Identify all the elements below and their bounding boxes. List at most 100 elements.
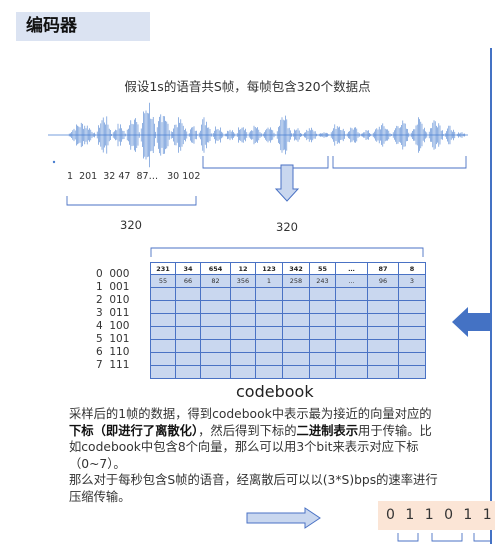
- codebook-cell: [367, 287, 399, 301]
- explanation-bold: 二进制表示: [296, 423, 359, 438]
- codebook-cell: …: [335, 274, 368, 288]
- frame-bracket-3: [332, 156, 467, 169]
- codebook-cell: [175, 287, 201, 301]
- explanation-text: 采样后的1帧的数据，得到codebook中表示最为接近的向量对应的: [69, 407, 432, 421]
- codebook-cell: 55: [309, 262, 336, 275]
- bit-bracket-3: [473, 533, 492, 542]
- codebook-cell: 342: [282, 262, 310, 275]
- codebook-cell: [175, 339, 201, 353]
- codebook-cell: [230, 300, 256, 314]
- codebook-cell: [282, 300, 310, 314]
- codebook-cell: 96: [367, 274, 399, 288]
- codebook-cell: [309, 352, 336, 366]
- codebook-cell: [230, 313, 256, 327]
- codebook-cell: [175, 352, 201, 366]
- codebook-cell: [367, 313, 399, 327]
- codebook-row: [150, 326, 426, 340]
- codebook-cell: [230, 352, 256, 366]
- codebook-cell: [230, 365, 256, 379]
- codebook-cell: [335, 365, 368, 379]
- code-index: 3 011: [96, 307, 130, 319]
- codebook-cell: [255, 365, 283, 379]
- codebook-cell: [175, 326, 201, 340]
- codebook-cell: [335, 326, 368, 340]
- frame-size-label-1: 320: [120, 218, 142, 232]
- codebook-cell: [150, 339, 176, 353]
- codebook-cell: [282, 326, 310, 340]
- codebook-table: 231 34 654 12 123 342 55 … 87 8 55 66 82…: [150, 262, 426, 379]
- codebook-cell: [367, 352, 399, 366]
- codebook-cell: [335, 313, 368, 327]
- codebook-cell: [200, 365, 231, 379]
- codebook-cell: [255, 352, 283, 366]
- codebook-cell: [200, 352, 231, 366]
- codebook-cell: 1: [255, 274, 283, 288]
- codebook-cell: [367, 365, 399, 379]
- codebook-cell: 8: [398, 262, 426, 275]
- codebook-cell: [398, 287, 426, 301]
- down-arrow: [274, 164, 300, 202]
- codebook-cell: [309, 365, 336, 379]
- codebook-cell: [175, 313, 201, 327]
- codebook-row: [150, 300, 426, 314]
- codebook-row: [150, 339, 426, 353]
- codebook-cell: [367, 339, 399, 353]
- code-index-list: 0 000 1 001 2 010 3 011 4 100 5 101 6 11…: [96, 268, 129, 372]
- code-index: 4 100: [96, 320, 130, 332]
- codebook-cell: [200, 326, 231, 340]
- codebook-cell: [309, 326, 336, 340]
- explanation-paragraph: 采样后的1帧的数据，得到codebook中表示最为接近的向量对应的下标（即进行了…: [69, 406, 441, 505]
- codebook-cell: [398, 352, 426, 366]
- codebook-cell: 356: [230, 274, 256, 288]
- waveform-dot: [52, 160, 56, 164]
- right-arrow: [246, 507, 321, 529]
- codebook-cell: [150, 313, 176, 327]
- codebook-cell: 654: [200, 262, 231, 275]
- codebook-label: codebook: [236, 382, 314, 401]
- binary-output: 0 1 1 0 1 1 0: [378, 501, 495, 530]
- frame-bracket-2: [202, 156, 329, 169]
- code-index: 5 101: [96, 333, 130, 345]
- codebook-cell: [230, 287, 256, 301]
- codebook-cell: [200, 287, 231, 301]
- codebook-cell: [282, 287, 310, 301]
- codebook-cell: [175, 300, 201, 314]
- codebook-cell: [255, 339, 283, 353]
- codebook-cell: [309, 287, 336, 301]
- codebook-cell: [335, 287, 368, 301]
- codebook-cell: [335, 339, 368, 353]
- explanation-text: ，然后得到下标的: [198, 423, 297, 438]
- codebook-cell: [175, 365, 201, 379]
- frame-bracket-1: [66, 196, 197, 206]
- code-index: 7 111: [96, 359, 130, 371]
- codebook-cell: [150, 287, 176, 301]
- codebook-cell: [150, 352, 176, 366]
- codebook-cell: 82: [200, 274, 231, 288]
- bit-bracket-1: [397, 533, 419, 542]
- codebook-cell: [398, 339, 426, 353]
- codebook-cell: [255, 326, 283, 340]
- codebook-cell: [150, 365, 176, 379]
- frame-size-label-2: 320: [276, 220, 298, 234]
- bit-bracket-2: [431, 533, 463, 542]
- codebook-cell: [309, 300, 336, 314]
- codebook-cell: [309, 339, 336, 353]
- left-arrow: [452, 307, 492, 337]
- codebook-cell: [282, 352, 310, 366]
- codebook-cell: 66: [175, 274, 201, 288]
- codebook-cell: [367, 326, 399, 340]
- codebook-cell: [200, 313, 231, 327]
- codebook-row: [150, 287, 426, 301]
- explanation-bold: 下标（即进行了离散化）: [69, 423, 199, 438]
- codebook-cell: [255, 287, 283, 301]
- codebook-cell: [200, 300, 231, 314]
- codebook-cell: [255, 300, 283, 314]
- codebook-cell: [150, 300, 176, 314]
- codebook-cell: 258: [282, 274, 310, 288]
- codebook-cell: 3: [398, 274, 426, 288]
- codebook-cell: [309, 313, 336, 327]
- codebook-cell: [282, 365, 310, 379]
- codebook-row: [150, 352, 426, 366]
- codebook-cell: [230, 339, 256, 353]
- codebook-cell: 34: [175, 262, 201, 275]
